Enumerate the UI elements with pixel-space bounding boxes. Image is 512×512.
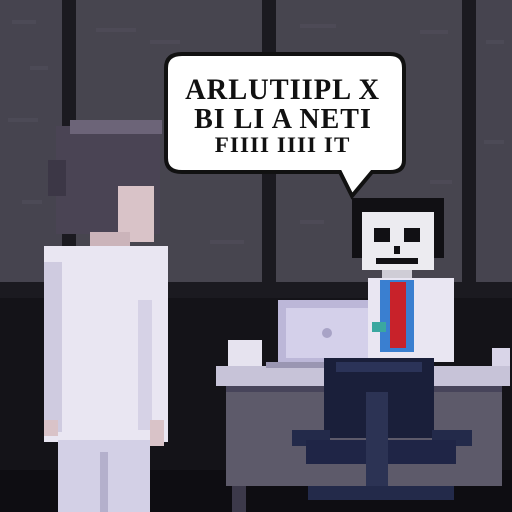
skull-nose xyxy=(394,246,400,254)
desk-item xyxy=(492,348,510,366)
chair-back-highlight xyxy=(336,362,422,372)
lab-coat-shade xyxy=(44,262,62,432)
standing-character xyxy=(44,120,168,512)
standing-hair-top xyxy=(70,120,162,134)
desk-leg xyxy=(232,486,246,512)
standing-hair-strand xyxy=(48,160,66,196)
eye-socket-left xyxy=(374,228,390,242)
standing-hand xyxy=(150,420,164,446)
standing-neck xyxy=(90,232,130,248)
skull-teeth xyxy=(376,258,418,264)
eye-socket-right xyxy=(404,228,420,242)
character-badge xyxy=(372,322,386,332)
desk-mug xyxy=(228,340,262,366)
chair-stem xyxy=(366,392,388,492)
window-pane-left xyxy=(0,0,62,282)
character-tie xyxy=(390,282,406,348)
laptop-logo xyxy=(322,328,332,338)
lab-coat-fold xyxy=(138,300,152,430)
standing-hand xyxy=(44,420,58,436)
chair-base xyxy=(308,486,454,500)
game-scene xyxy=(0,0,512,512)
lab-pants-gap xyxy=(100,452,108,512)
window-frame-post xyxy=(462,0,476,300)
